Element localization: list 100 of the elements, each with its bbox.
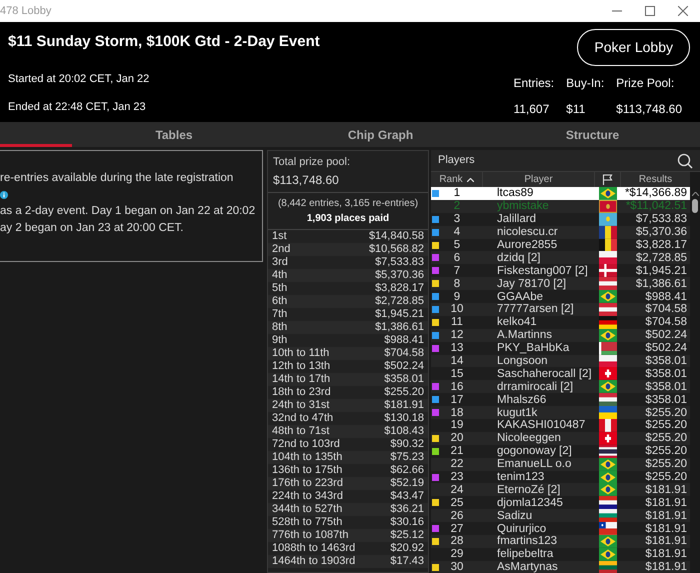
info-text: as a 2-day event. Day 1 began on Jan 22 at 20:02 bbox=[0, 204, 256, 219]
place-label: 9th bbox=[272, 334, 288, 346]
prize-amount: $358.01 bbox=[384, 372, 424, 386]
prize-amount: $1,386.61 bbox=[375, 320, 424, 334]
tab[interactable]: Tables bbox=[72, 122, 276, 147]
search-icon[interactable] bbox=[677, 152, 693, 168]
flag-icon[interactable] bbox=[602, 174, 613, 185]
player-row[interactable]: 4 nicolescu.cr $5,370.36 bbox=[431, 226, 690, 239]
place-label: 1088th to 1463rd bbox=[272, 542, 356, 554]
tab[interactable]: Chip Graph bbox=[276, 122, 485, 147]
player-row[interactable]: 12 A.Martinns $502.24 bbox=[431, 328, 690, 342]
country-flag-icon bbox=[599, 251, 617, 264]
place-label: 344th to 527th bbox=[272, 502, 342, 516]
prize-amount: $10,568.82 bbox=[368, 242, 424, 256]
place-label: 1st bbox=[272, 230, 287, 242]
country-flag-icon bbox=[599, 444, 617, 458]
scroll-thumb[interactable] bbox=[692, 199, 698, 213]
place-label: 224th to 343rd bbox=[272, 490, 343, 502]
player-name: PKY_BaHbKa bbox=[496, 342, 570, 354]
player-row[interactable]: 6 dzidq [2] $2,728.85 bbox=[431, 251, 690, 264]
player-row[interactable]: 10 77777arsen [2] $704.58 bbox=[431, 303, 690, 316]
result-amount: $181.91 bbox=[644, 522, 688, 535]
country-flag-icon bbox=[599, 200, 617, 213]
prize-amount: $5,370.36 bbox=[375, 268, 424, 282]
result-amount: $7,533.83 bbox=[634, 213, 688, 226]
country-flag-icon bbox=[599, 522, 617, 536]
player-row[interactable]: 24 EternoZé [2] $181.91 bbox=[431, 483, 690, 496]
place-label: 104th to 135th bbox=[272, 450, 342, 464]
country-flag-icon bbox=[599, 342, 617, 355]
result-amount: $255.20 bbox=[644, 445, 688, 458]
result-amount: $704.58 bbox=[644, 316, 688, 328]
result-amount: $988.41 bbox=[644, 290, 688, 303]
result-amount: $255.20 bbox=[644, 458, 688, 470]
player-name: kelko41 bbox=[496, 316, 538, 328]
player-row[interactable]: 22 EmanueLL o.o $255.20 bbox=[431, 458, 690, 471]
country-flag-icon bbox=[599, 264, 617, 278]
place-label: 18th to 23rd bbox=[272, 386, 331, 398]
info-text: re-entries available during the late registration bbox=[0, 171, 234, 186]
player-row[interactable]: 16 drramirocali [2] $358.01 bbox=[431, 380, 690, 394]
country-flag-icon bbox=[599, 458, 617, 471]
player-row[interactable]: 30 AsMartynas $181.91 bbox=[431, 560, 690, 573]
player-row[interactable]: 18 kugut1k $255.20 bbox=[431, 406, 690, 420]
result-amount: $5,370.36 bbox=[634, 226, 688, 238]
rank-number: 24 bbox=[450, 484, 464, 496]
country-flag-icon bbox=[599, 548, 617, 561]
rank-number: 8 bbox=[452, 278, 462, 290]
poker-lobby-button[interactable]: Poker Lobby bbox=[577, 29, 690, 66]
country-flag-icon bbox=[599, 303, 617, 316]
prize-amount: $988.41 bbox=[384, 334, 424, 346]
country-flag-icon bbox=[599, 509, 617, 522]
rank-number: 17 bbox=[450, 394, 464, 406]
player-name: tenim123 bbox=[496, 471, 546, 484]
player-row[interactable]: 1 ltcas89 *$14,366.89 bbox=[431, 187, 690, 200]
close-icon[interactable] bbox=[678, 6, 688, 16]
result-amount: $502.24 bbox=[644, 342, 688, 354]
country-flag-icon bbox=[599, 406, 617, 420]
country-flag-icon bbox=[599, 560, 617, 573]
player-row[interactable]: 20 Nicoleeggen $255.20 bbox=[431, 432, 690, 445]
player-row[interactable]: 26 Sadizu $181.91 bbox=[431, 509, 690, 522]
places-paid: 1,903 places paid bbox=[306, 212, 390, 226]
player-name: Sadizu bbox=[496, 510, 534, 522]
player-row[interactable]: 14 Longsoon $358.01 bbox=[431, 354, 690, 368]
tab[interactable]: Structure bbox=[485, 122, 700, 147]
scroll-up-icon[interactable] bbox=[692, 192, 698, 196]
maximize-icon[interactable] bbox=[645, 6, 655, 16]
player-name: drramirocali [2] bbox=[496, 380, 574, 393]
place-label: 12th to 13th bbox=[272, 360, 330, 372]
prize-amount: $108.43 bbox=[384, 424, 424, 438]
prize-amount: $181.91 bbox=[384, 398, 424, 412]
result-amount: $255.20 bbox=[644, 419, 688, 432]
player-row[interactable]: 13 PKY_BaHbKa $502.24 bbox=[431, 342, 690, 355]
player-row[interactable]: 23 tenim123 $255.20 bbox=[431, 470, 690, 484]
rank-number: 4 bbox=[452, 226, 462, 238]
tab-indicator bbox=[0, 144, 72, 147]
rank-number: 28 bbox=[450, 535, 464, 548]
place-label: 176th to 223rd bbox=[272, 476, 343, 490]
info-icon[interactable] bbox=[0, 191, 8, 199]
prize-amount: $62.66 bbox=[390, 464, 424, 476]
scrollbar[interactable] bbox=[690, 172, 700, 573]
player-row[interactable]: 8 Jay 78170 [2] $1,386.61 bbox=[431, 277, 690, 290]
result-amount: $3,828.17 bbox=[634, 239, 688, 251]
player-row[interactable]: 21 gogonoway [2] $255.20 bbox=[431, 444, 690, 458]
country-flag-icon bbox=[599, 277, 617, 290]
result-amount: $181.91 bbox=[644, 561, 688, 573]
player-name: djomla12345 bbox=[496, 496, 564, 509]
player-name: Aurore2855 bbox=[496, 239, 558, 251]
results-column-header[interactable]: Results bbox=[621, 172, 690, 187]
rank-number: 25 bbox=[450, 496, 464, 509]
player-name: ybmistake bbox=[496, 200, 550, 212]
player-name: AsMartynas bbox=[496, 561, 559, 573]
rank-number: 13 bbox=[450, 342, 464, 354]
result-amount: $181.91 bbox=[644, 496, 688, 509]
result-amount: $358.01 bbox=[644, 380, 688, 393]
place-label: 8th bbox=[272, 320, 288, 334]
country-flag-icon bbox=[599, 419, 617, 432]
country-flag-icon bbox=[599, 535, 617, 548]
prize-amount: $75.23 bbox=[390, 450, 424, 464]
player-row[interactable]: 28 fmartins123 $181.91 bbox=[431, 535, 690, 548]
place-label: 48th to 71st bbox=[272, 424, 330, 438]
entries-summary: (8,442 entries, 3,165 re-entries) bbox=[278, 196, 418, 210]
